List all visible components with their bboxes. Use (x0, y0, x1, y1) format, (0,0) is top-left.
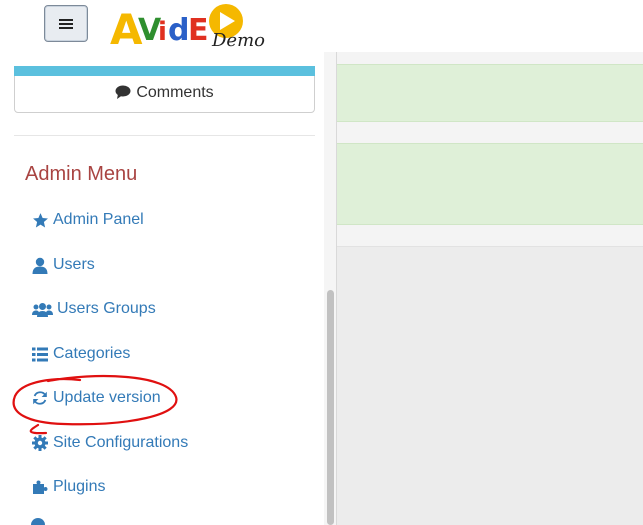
menu-item-categories[interactable]: Categories (31, 342, 130, 366)
menu-item-plugins[interactable]: Plugins (31, 475, 105, 499)
svg-text:i: i (158, 17, 167, 47)
menu-item-label: Plugins (53, 478, 106, 495)
svg-text:Demo: Demo (211, 30, 265, 51)
menu-toggle-button[interactable] (44, 5, 88, 42)
menu-item-label: Users Groups (57, 300, 156, 317)
scrollbar-thumb[interactable] (327, 290, 334, 525)
refresh-icon (31, 389, 49, 407)
user-icon (31, 256, 49, 274)
hamburger-icon (59, 18, 73, 30)
star-icon (31, 211, 49, 229)
comment-icon (115, 85, 131, 104)
comments-link[interactable]: Comments (14, 84, 315, 104)
comments-panel-header (14, 66, 315, 76)
menu-item-label: Categories (53, 345, 131, 362)
svg-text:E: E (188, 13, 209, 48)
success-alert (337, 143, 643, 225)
menu-item-update-version[interactable]: Update version (31, 386, 161, 410)
gear-icon (31, 434, 49, 452)
menu-item-admin-panel[interactable]: Admin Panel (31, 208, 144, 232)
admin-menu-title: Admin Menu (25, 163, 138, 185)
content-row (337, 122, 643, 144)
menu-item-label: Admin Panel (53, 211, 144, 228)
content-row (337, 225, 643, 247)
menu-item-label: Site Configurations (53, 434, 189, 451)
comments-label: Comments (136, 84, 214, 101)
top-navbar: A V i d E Demo (0, 0, 643, 52)
puzzle-icon (31, 478, 49, 496)
menu-item-label: Users (53, 256, 95, 273)
menu-item-users-groups[interactable]: Users Groups (31, 297, 156, 321)
list-icon (31, 345, 49, 363)
menu-item-users[interactable]: Users (31, 253, 95, 277)
next-menu-icon (31, 518, 45, 525)
svg-text:d: d (168, 13, 189, 48)
site-logo[interactable]: A V i d E Demo (108, 0, 278, 52)
users-icon (31, 300, 53, 318)
menu-item-label: Update version (53, 389, 161, 406)
divider (14, 135, 315, 136)
menu-item-site-configurations[interactable]: Site Configurations (31, 431, 188, 455)
success-alert (337, 64, 643, 122)
